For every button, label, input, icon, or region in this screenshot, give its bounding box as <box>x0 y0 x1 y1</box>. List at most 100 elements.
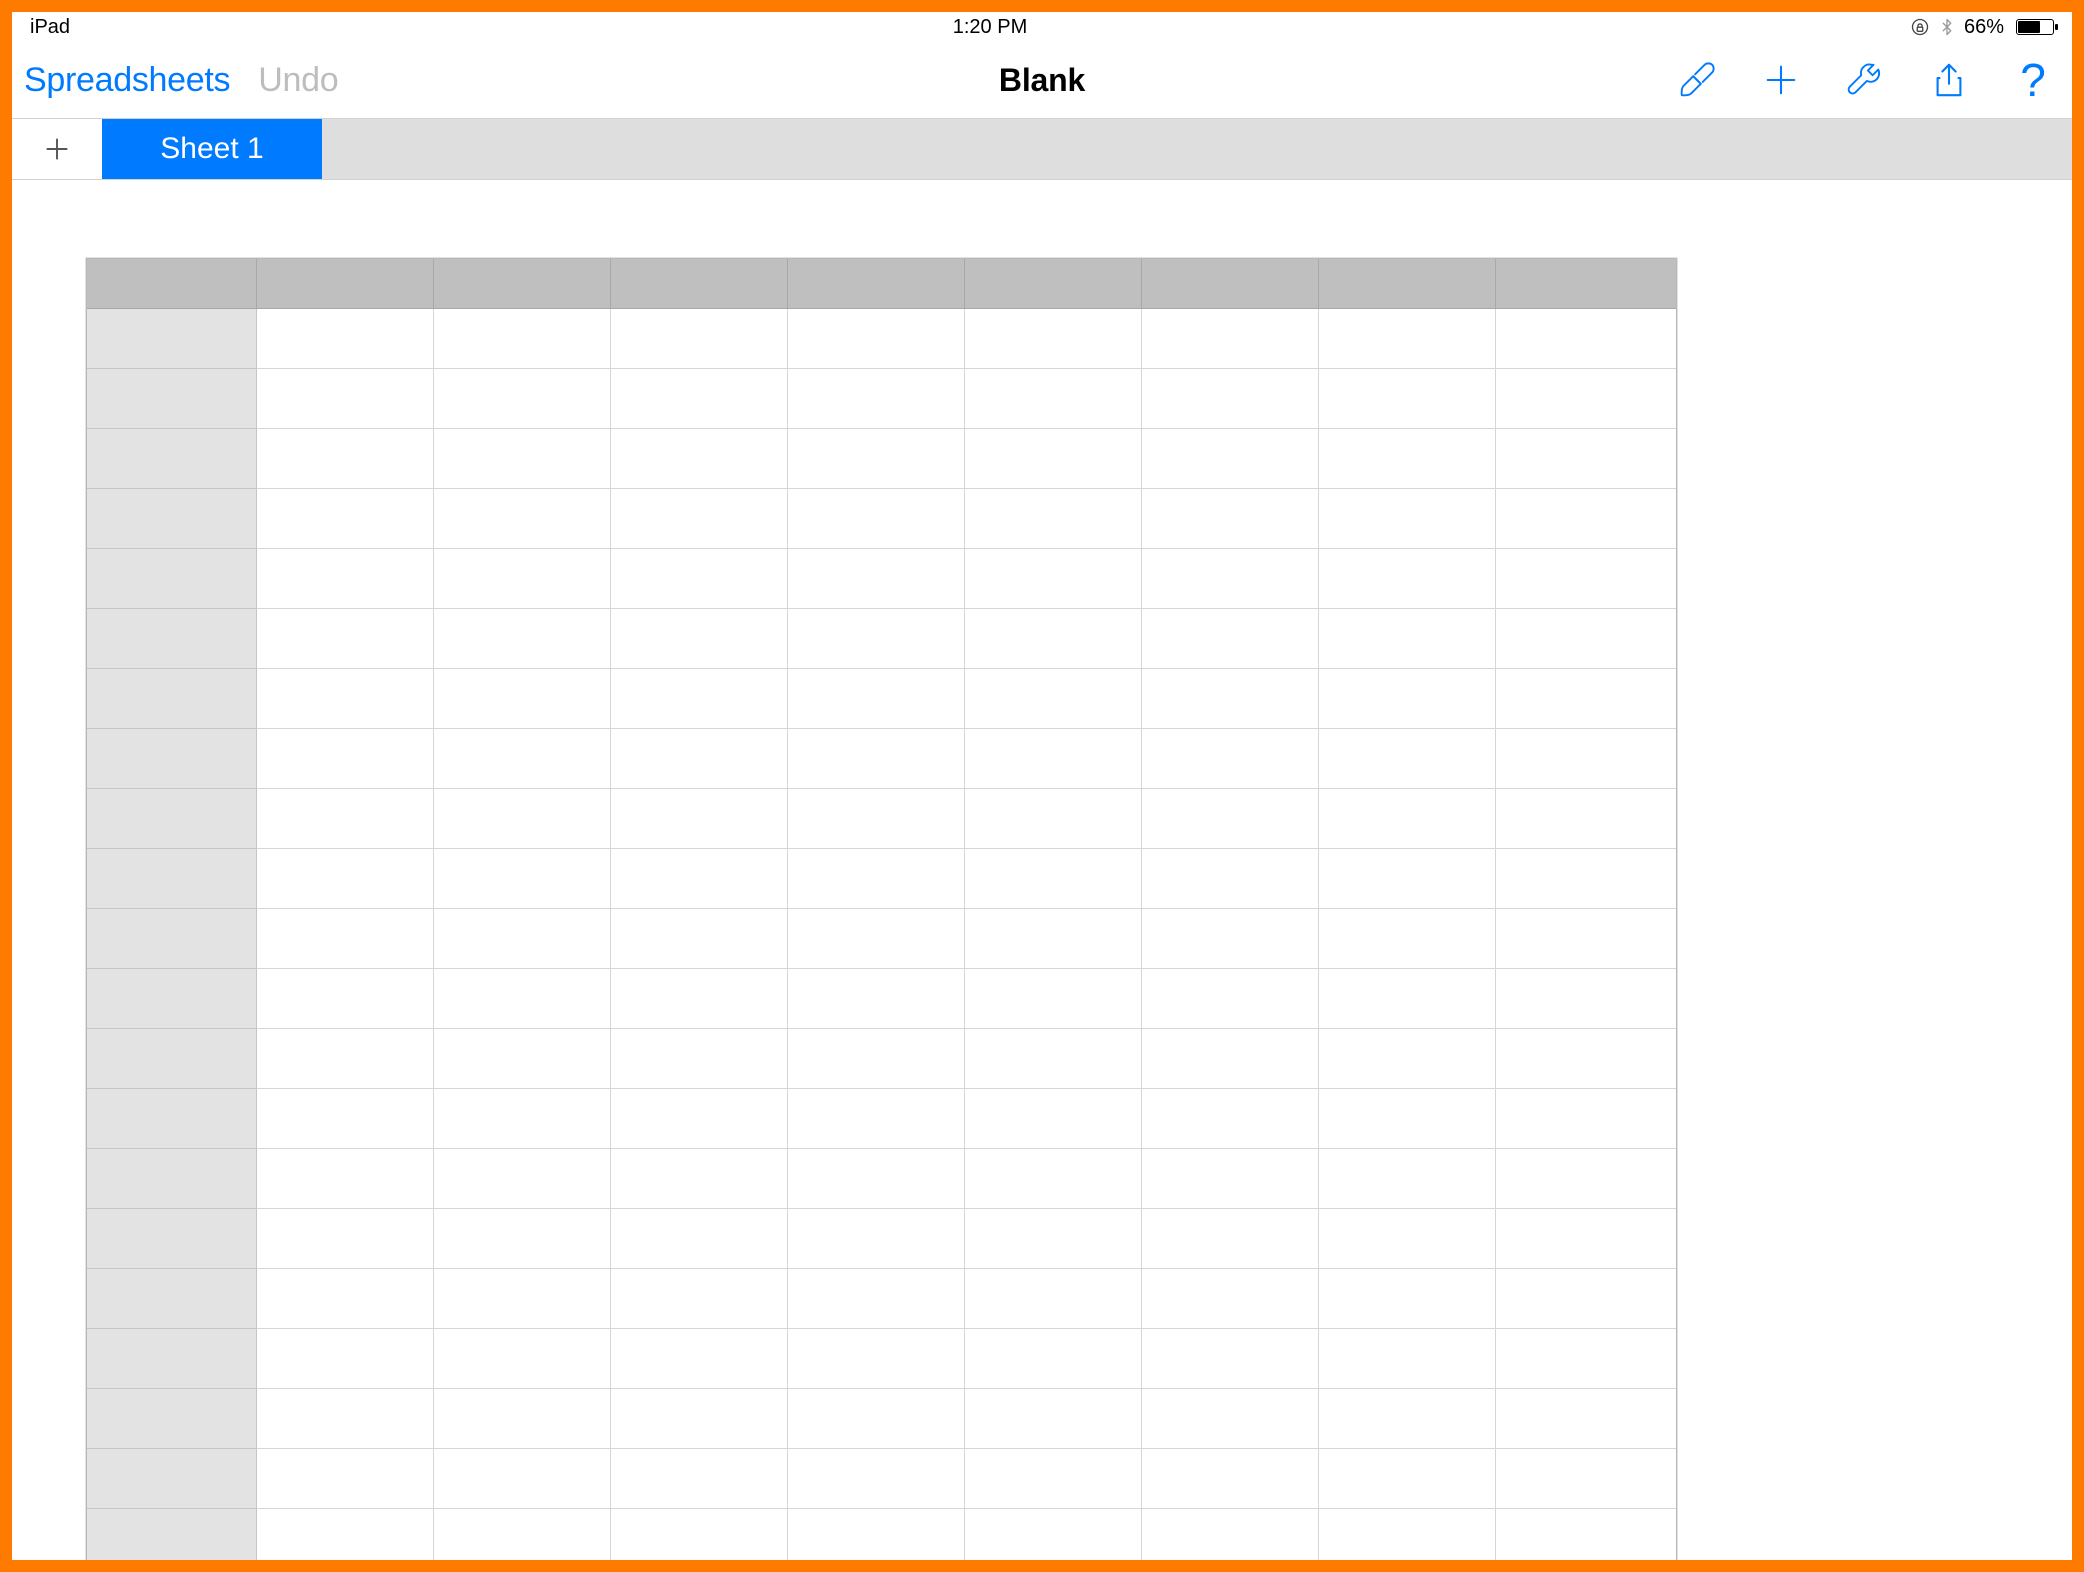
cell[interactable] <box>1142 1329 1319 1389</box>
cell[interactable] <box>257 1029 434 1089</box>
row-header[interactable] <box>87 489 257 549</box>
cell[interactable] <box>1496 369 1676 429</box>
cell[interactable] <box>1319 909 1496 969</box>
table-corner-cell[interactable] <box>87 259 257 309</box>
cell[interactable] <box>1319 669 1496 729</box>
column-header[interactable] <box>1319 259 1496 309</box>
cell[interactable] <box>1496 849 1676 909</box>
cell[interactable] <box>1319 1209 1496 1269</box>
cell[interactable] <box>257 429 434 489</box>
cell[interactable] <box>1496 789 1676 849</box>
cell[interactable] <box>788 369 965 429</box>
cell[interactable] <box>1142 1029 1319 1089</box>
cell[interactable] <box>965 849 1142 909</box>
cell[interactable] <box>965 1269 1142 1329</box>
cell[interactable] <box>965 1449 1142 1509</box>
cell[interactable] <box>1496 669 1676 729</box>
cell[interactable] <box>257 1449 434 1509</box>
cell[interactable] <box>257 309 434 369</box>
cell[interactable] <box>788 669 965 729</box>
cell[interactable] <box>788 1209 965 1269</box>
help-button[interactable]: ? <box>2012 59 2054 101</box>
cell[interactable] <box>611 1389 788 1449</box>
cell[interactable] <box>434 909 611 969</box>
cell[interactable] <box>1142 1509 1319 1560</box>
cell[interactable] <box>434 1329 611 1389</box>
add-sheet-button[interactable] <box>12 119 102 179</box>
cell[interactable] <box>611 1449 788 1509</box>
row-header[interactable] <box>87 789 257 849</box>
cell[interactable] <box>1142 909 1319 969</box>
cell[interactable] <box>1319 969 1496 1029</box>
cell[interactable] <box>611 1329 788 1389</box>
cell[interactable] <box>434 669 611 729</box>
cell[interactable] <box>1319 429 1496 489</box>
cell[interactable] <box>1319 849 1496 909</box>
cell[interactable] <box>611 1149 788 1209</box>
cell[interactable] <box>965 1329 1142 1389</box>
cell[interactable] <box>1142 789 1319 849</box>
cell[interactable] <box>1496 1209 1676 1269</box>
cell[interactable] <box>257 729 434 789</box>
cell[interactable] <box>788 1149 965 1209</box>
cell[interactable] <box>1142 549 1319 609</box>
cell[interactable] <box>1319 1329 1496 1389</box>
cell[interactable] <box>257 1329 434 1389</box>
cell[interactable] <box>434 729 611 789</box>
cell[interactable] <box>257 609 434 669</box>
column-header[interactable] <box>965 259 1142 309</box>
cell[interactable] <box>965 789 1142 849</box>
row-header[interactable] <box>87 1089 257 1149</box>
row-header[interactable] <box>87 729 257 789</box>
cell[interactable] <box>1496 909 1676 969</box>
cell[interactable] <box>1496 1269 1676 1329</box>
cell[interactable] <box>965 429 1142 489</box>
cell[interactable] <box>1142 1449 1319 1509</box>
cell[interactable] <box>788 849 965 909</box>
cell[interactable] <box>788 1089 965 1149</box>
cell[interactable] <box>1142 969 1319 1029</box>
cell[interactable] <box>611 909 788 969</box>
cell[interactable] <box>1142 849 1319 909</box>
cell[interactable] <box>434 549 611 609</box>
cell[interactable] <box>434 309 611 369</box>
cell[interactable] <box>788 969 965 1029</box>
cell[interactable] <box>611 729 788 789</box>
cell[interactable] <box>1319 729 1496 789</box>
cell[interactable] <box>965 909 1142 969</box>
column-header[interactable] <box>1496 259 1676 309</box>
cell[interactable] <box>434 969 611 1029</box>
cell[interactable] <box>1142 369 1319 429</box>
cell[interactable] <box>434 369 611 429</box>
cell[interactable] <box>1319 489 1496 549</box>
undo-button[interactable]: Undo <box>258 61 338 100</box>
cell[interactable] <box>1319 1509 1496 1560</box>
cell[interactable] <box>257 1509 434 1560</box>
cell[interactable] <box>257 489 434 549</box>
cell[interactable] <box>1142 609 1319 669</box>
cell[interactable] <box>257 1209 434 1269</box>
cell[interactable] <box>788 549 965 609</box>
cell[interactable] <box>1496 1329 1676 1389</box>
share-button[interactable] <box>1928 59 1970 101</box>
cell[interactable] <box>1142 669 1319 729</box>
cell[interactable] <box>965 309 1142 369</box>
cell[interactable] <box>1142 1269 1319 1329</box>
row-header[interactable] <box>87 309 257 369</box>
cell[interactable] <box>965 1029 1142 1089</box>
cell[interactable] <box>434 1509 611 1560</box>
cell[interactable] <box>434 1149 611 1209</box>
cell[interactable] <box>257 369 434 429</box>
row-header[interactable] <box>87 429 257 489</box>
cell[interactable] <box>965 1089 1142 1149</box>
cell[interactable] <box>611 309 788 369</box>
column-header[interactable] <box>1142 259 1319 309</box>
cell[interactable] <box>788 1269 965 1329</box>
cell[interactable] <box>788 429 965 489</box>
cell[interactable] <box>434 1209 611 1269</box>
format-brush-button[interactable] <box>1676 59 1718 101</box>
cell[interactable] <box>611 489 788 549</box>
spreadsheet-table[interactable] <box>86 258 1677 1560</box>
cell[interactable] <box>1496 1389 1676 1449</box>
cell[interactable] <box>1319 789 1496 849</box>
